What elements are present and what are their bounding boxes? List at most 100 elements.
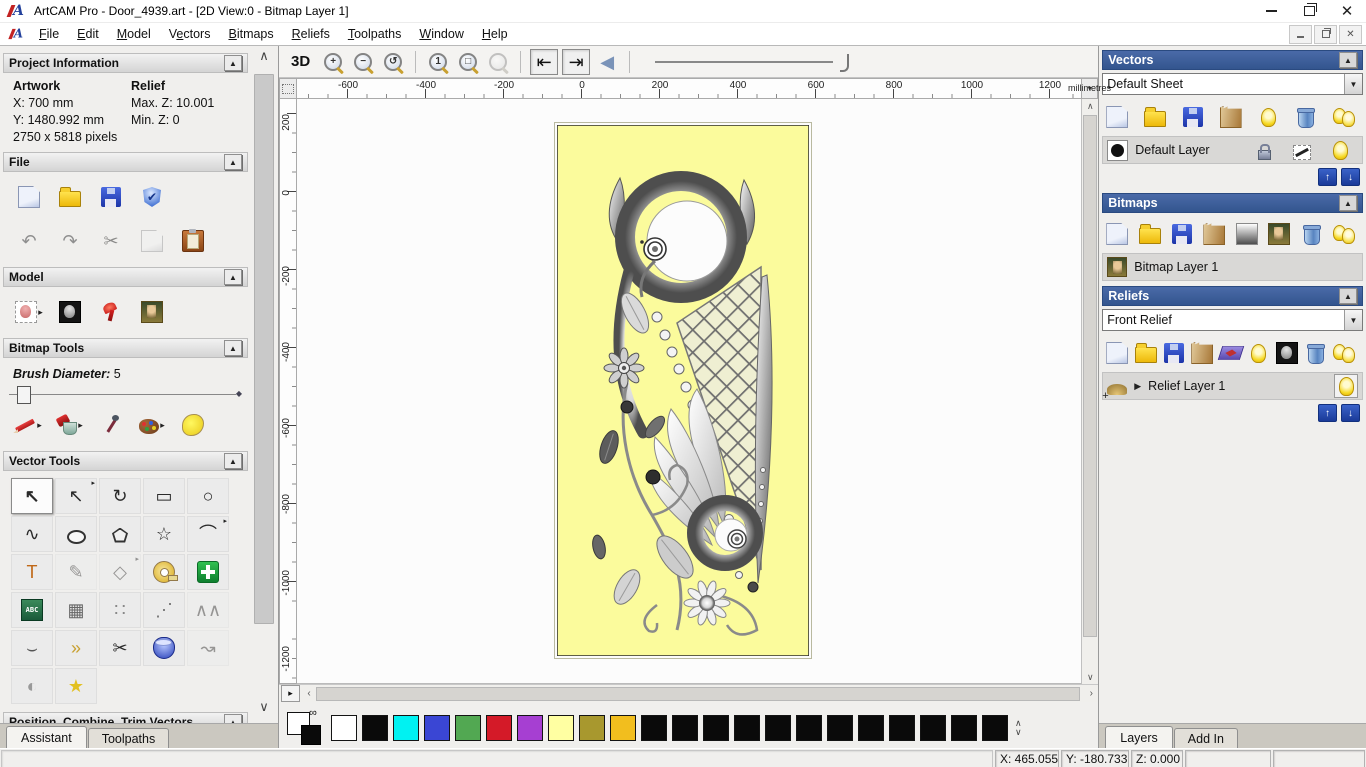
lighting-icon[interactable] (93, 295, 129, 329)
palette-swatch-18[interactable] (889, 714, 915, 741)
collapse-button[interactable]: ▲ (224, 55, 242, 71)
merge-bitmap-layers-icon[interactable] (1202, 221, 1226, 247)
layer-visibility-button[interactable] (1334, 374, 1358, 398)
scrollbar-thumb[interactable] (254, 74, 274, 624)
vertical-scrollbar[interactable]: ∧ ∨ (1081, 99, 1099, 684)
palette-swatch-17[interactable] (858, 714, 884, 741)
greyscale-icon[interactable] (1235, 221, 1259, 247)
relief-visibility-icon[interactable] (1247, 340, 1271, 366)
scroll-down-icon[interactable]: ∨ (1087, 670, 1094, 684)
palette-swatch-19[interactable] (920, 714, 946, 741)
slider-handle[interactable] (17, 386, 31, 404)
fit-arcs-icon[interactable]: ⌣ (11, 630, 53, 666)
scrollbar-thumb[interactable] (1083, 115, 1098, 637)
create-polyline-icon[interactable]: ∿ (11, 516, 53, 552)
open-bitmap-layer-icon[interactable] (1138, 221, 1162, 247)
delete-vector-layer-icon[interactable] (1294, 104, 1318, 130)
menu-toolpaths[interactable]: Toolpaths (339, 25, 411, 43)
menu-model[interactable]: Model (108, 25, 160, 43)
save-vector-layer-icon[interactable] (1181, 104, 1205, 130)
collapse-button[interactable]: ▲ (1339, 195, 1357, 211)
delete-relief-layer-icon[interactable] (1304, 340, 1328, 366)
collapse-button[interactable]: ▲ (224, 154, 242, 170)
palette-swatch-3[interactable] (424, 714, 450, 741)
redo-icon[interactable]: ↷ (52, 224, 88, 258)
flyout-arrow-icon[interactable]: ▸ (223, 517, 227, 525)
collapse-button[interactable]: ▲ (224, 340, 242, 356)
toggle-vector-visibility-icon[interactable]: ⇥ (562, 48, 591, 75)
lock-layer-icon[interactable] (1246, 133, 1282, 167)
trim-vectors-icon[interactable]: ✂ (99, 630, 141, 666)
palette-swatch-14[interactable] (765, 714, 791, 741)
block-paste-icon[interactable]: ∷ (99, 592, 141, 628)
palette-swatch-12[interactable] (703, 714, 729, 741)
palette-swatch-6[interactable] (517, 714, 543, 741)
tab-add-in[interactable]: Add In (1173, 728, 1238, 748)
adjust-model-icon[interactable] (52, 295, 88, 329)
preview-relief-icon[interactable] (1275, 340, 1299, 366)
assistant-scrollbar[interactable]: ∧ ∨ (250, 46, 278, 723)
create-circle-icon[interactable]: ○ (187, 478, 229, 514)
bitmap-image-icon[interactable] (1267, 221, 1291, 247)
undo-icon[interactable]: ↶ (11, 224, 47, 258)
edit-layer-icon[interactable] (1284, 133, 1320, 167)
add-texture-icon[interactable] (134, 295, 170, 329)
flyout-arrow-icon[interactable]: ▸ (160, 420, 165, 431)
layer-colour-swatch[interactable] (1107, 139, 1129, 161)
vector-layer-row[interactable]: Default Layer (1102, 136, 1363, 164)
scroll-up-icon[interactable]: ∧ (1087, 99, 1094, 113)
create-ellipse-icon[interactable] (55, 516, 97, 552)
mdi-minimize-button[interactable] (1289, 24, 1312, 44)
save-bitmap-layer-icon[interactable] (1170, 221, 1194, 247)
new-model-icon[interactable] (11, 180, 47, 214)
artwork-preview[interactable] (554, 122, 812, 659)
close-button[interactable]: ✕ (1328, 0, 1366, 22)
pick-colour-icon[interactable] (93, 408, 129, 442)
move-layer-down-button[interactable]: ↓ (1341, 168, 1360, 186)
save-model-icon[interactable] (93, 180, 129, 214)
menu-help[interactable]: Help (473, 25, 517, 43)
palette-swatch-1[interactable] (362, 714, 388, 741)
flyout-arrow-icon[interactable]: ▸ (91, 479, 95, 487)
palette-swatch-13[interactable] (734, 714, 760, 741)
scrollbar-thumb[interactable] (316, 686, 1081, 701)
collapse-button[interactable]: ▲ (224, 269, 242, 285)
stack-reliefs-icon[interactable] (1217, 340, 1244, 366)
vector-doctor-icon[interactable] (187, 554, 229, 590)
fit-polyline-icon[interactable]: ⋰ (143, 592, 185, 628)
palette-swatch-10[interactable] (641, 714, 667, 741)
paint-icon[interactable]: ▸ (11, 408, 47, 442)
ruler-origin-button[interactable] (279, 78, 297, 99)
collapse-button[interactable]: ▲ (1339, 288, 1357, 304)
mirror-vectors-icon[interactable]: ◐ (11, 668, 53, 704)
palette-swatch-9[interactable] (610, 714, 636, 741)
chevron-down-icon[interactable]: ▼ (1344, 74, 1362, 94)
new-vector-layer-icon[interactable] (1105, 104, 1129, 130)
palette-swatch-2[interactable] (393, 714, 419, 741)
relief-select[interactable]: Front Relief ▼ (1102, 309, 1363, 331)
scroll-down-icon[interactable]: ∨ (259, 697, 269, 717)
toggle-visibility-icon[interactable] (1256, 104, 1280, 130)
save-relief-layer-icon[interactable] (1162, 340, 1186, 366)
bitmap-layer-row[interactable]: Bitmap Layer 1 (1102, 253, 1363, 281)
paste-text-icon[interactable] (11, 592, 53, 628)
open-relief-layer-icon[interactable] (1134, 340, 1158, 366)
move-layer-down-button[interactable]: ↓ (1341, 404, 1360, 422)
delete-bitmap-layer-icon[interactable] (1300, 221, 1324, 247)
horizontal-scrollbar[interactable]: ▸ ‹ › (279, 684, 1099, 702)
chevron-down-icon[interactable]: ▼ (1344, 310, 1362, 330)
weld-vectors-icon[interactable]: ★ (55, 668, 97, 704)
tab-toolpaths[interactable]: Toolpaths (87, 728, 170, 748)
zoom-previous-icon[interactable]: ↺ (380, 50, 406, 74)
menu-file[interactable]: File (30, 25, 68, 43)
secondary-colour-swatch[interactable] (301, 724, 321, 745)
menu-bitmaps[interactable]: Bitmaps (219, 25, 282, 43)
sheet-select[interactable]: Default Sheet ▼ (1102, 73, 1363, 95)
scroll-right-icon[interactable]: › (1084, 688, 1098, 699)
toggle-all-visibility-icon[interactable] (1332, 104, 1356, 130)
zoom-1to1-icon[interactable]: 1 (425, 50, 451, 74)
transform-vectors-icon[interactable]: ↻ (99, 478, 141, 514)
envelope-distortion-icon[interactable]: ▦ (55, 592, 97, 628)
create-star-icon[interactable]: ☆ (143, 516, 185, 552)
palette-swatch-7[interactable] (548, 714, 574, 741)
